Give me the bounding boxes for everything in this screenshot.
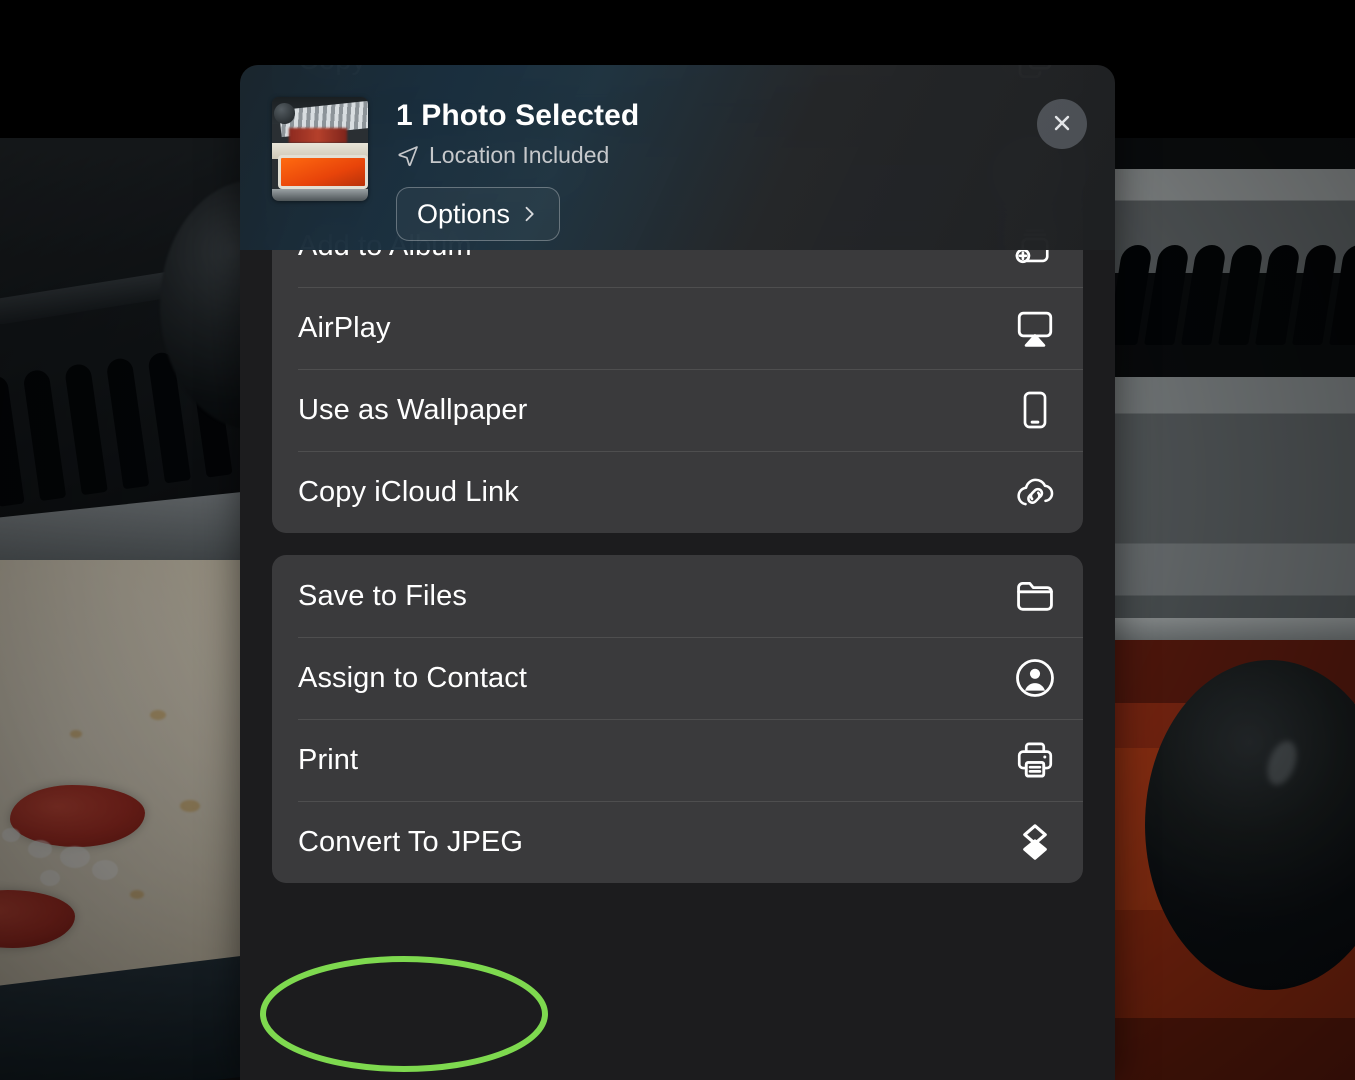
menu-row-convert-to-jpeg[interactable]: Convert To JPEG	[272, 801, 1083, 883]
close-icon	[1049, 110, 1075, 139]
close-button[interactable]	[1037, 99, 1087, 149]
menu-row-assign-to-contact[interactable]: Assign to Contact	[272, 637, 1083, 719]
menu-row-label: Assign to Contact	[298, 661, 527, 694]
menu-row-label: Save to Files	[298, 579, 467, 612]
share-sheet: Copy Add to Shared Album	[240, 65, 1115, 1080]
iphone-icon	[1013, 388, 1057, 432]
options-button-label: Options	[417, 198, 511, 229]
menu-row-airplay[interactable]: AirPlay	[272, 287, 1083, 369]
folder-icon	[1013, 574, 1057, 618]
chevron-right-icon	[519, 204, 539, 224]
menu-row-label: Convert To JPEG	[298, 825, 524, 858]
menu-row-label: AirPlay	[298, 311, 391, 344]
menu-row-label: Print	[298, 743, 359, 776]
menu-row-save-to-files[interactable]: Save to Files	[272, 555, 1083, 637]
shortcuts-icon	[1013, 820, 1057, 864]
options-button[interactable]: Options	[396, 187, 561, 241]
printer-icon	[1013, 738, 1057, 782]
share-sheet-header-text: 1 Photo Selected Location Included Optio…	[368, 97, 1037, 241]
airplay-icon	[1013, 306, 1057, 350]
menu-row-label: Use as Wallpaper	[298, 393, 528, 426]
page-title: 1 Photo Selected	[396, 99, 640, 132]
selected-photo-thumbnail[interactable]	[272, 97, 368, 201]
icloud-link-icon	[1013, 470, 1057, 514]
screenshot-root: Copy Add to Shared Album	[0, 0, 1355, 1080]
menu-row-print[interactable]: Print	[272, 719, 1083, 801]
menu-row-label: Copy iCloud Link	[298, 475, 519, 508]
location-status: Location Included	[396, 142, 1037, 169]
menu-row-copy-icloud-link[interactable]: Copy iCloud Link	[272, 451, 1083, 533]
contact-icon	[1013, 656, 1057, 700]
share-sheet-header: 1 Photo Selected Location Included Optio…	[240, 65, 1115, 250]
menu-group-actions: Save to Files Assign to Contact Print Co…	[272, 555, 1083, 883]
location-arrow-icon	[396, 144, 420, 168]
location-status-label: Location Included	[429, 142, 610, 168]
menu-row-use-as-wallpaper[interactable]: Use as Wallpaper	[272, 369, 1083, 451]
